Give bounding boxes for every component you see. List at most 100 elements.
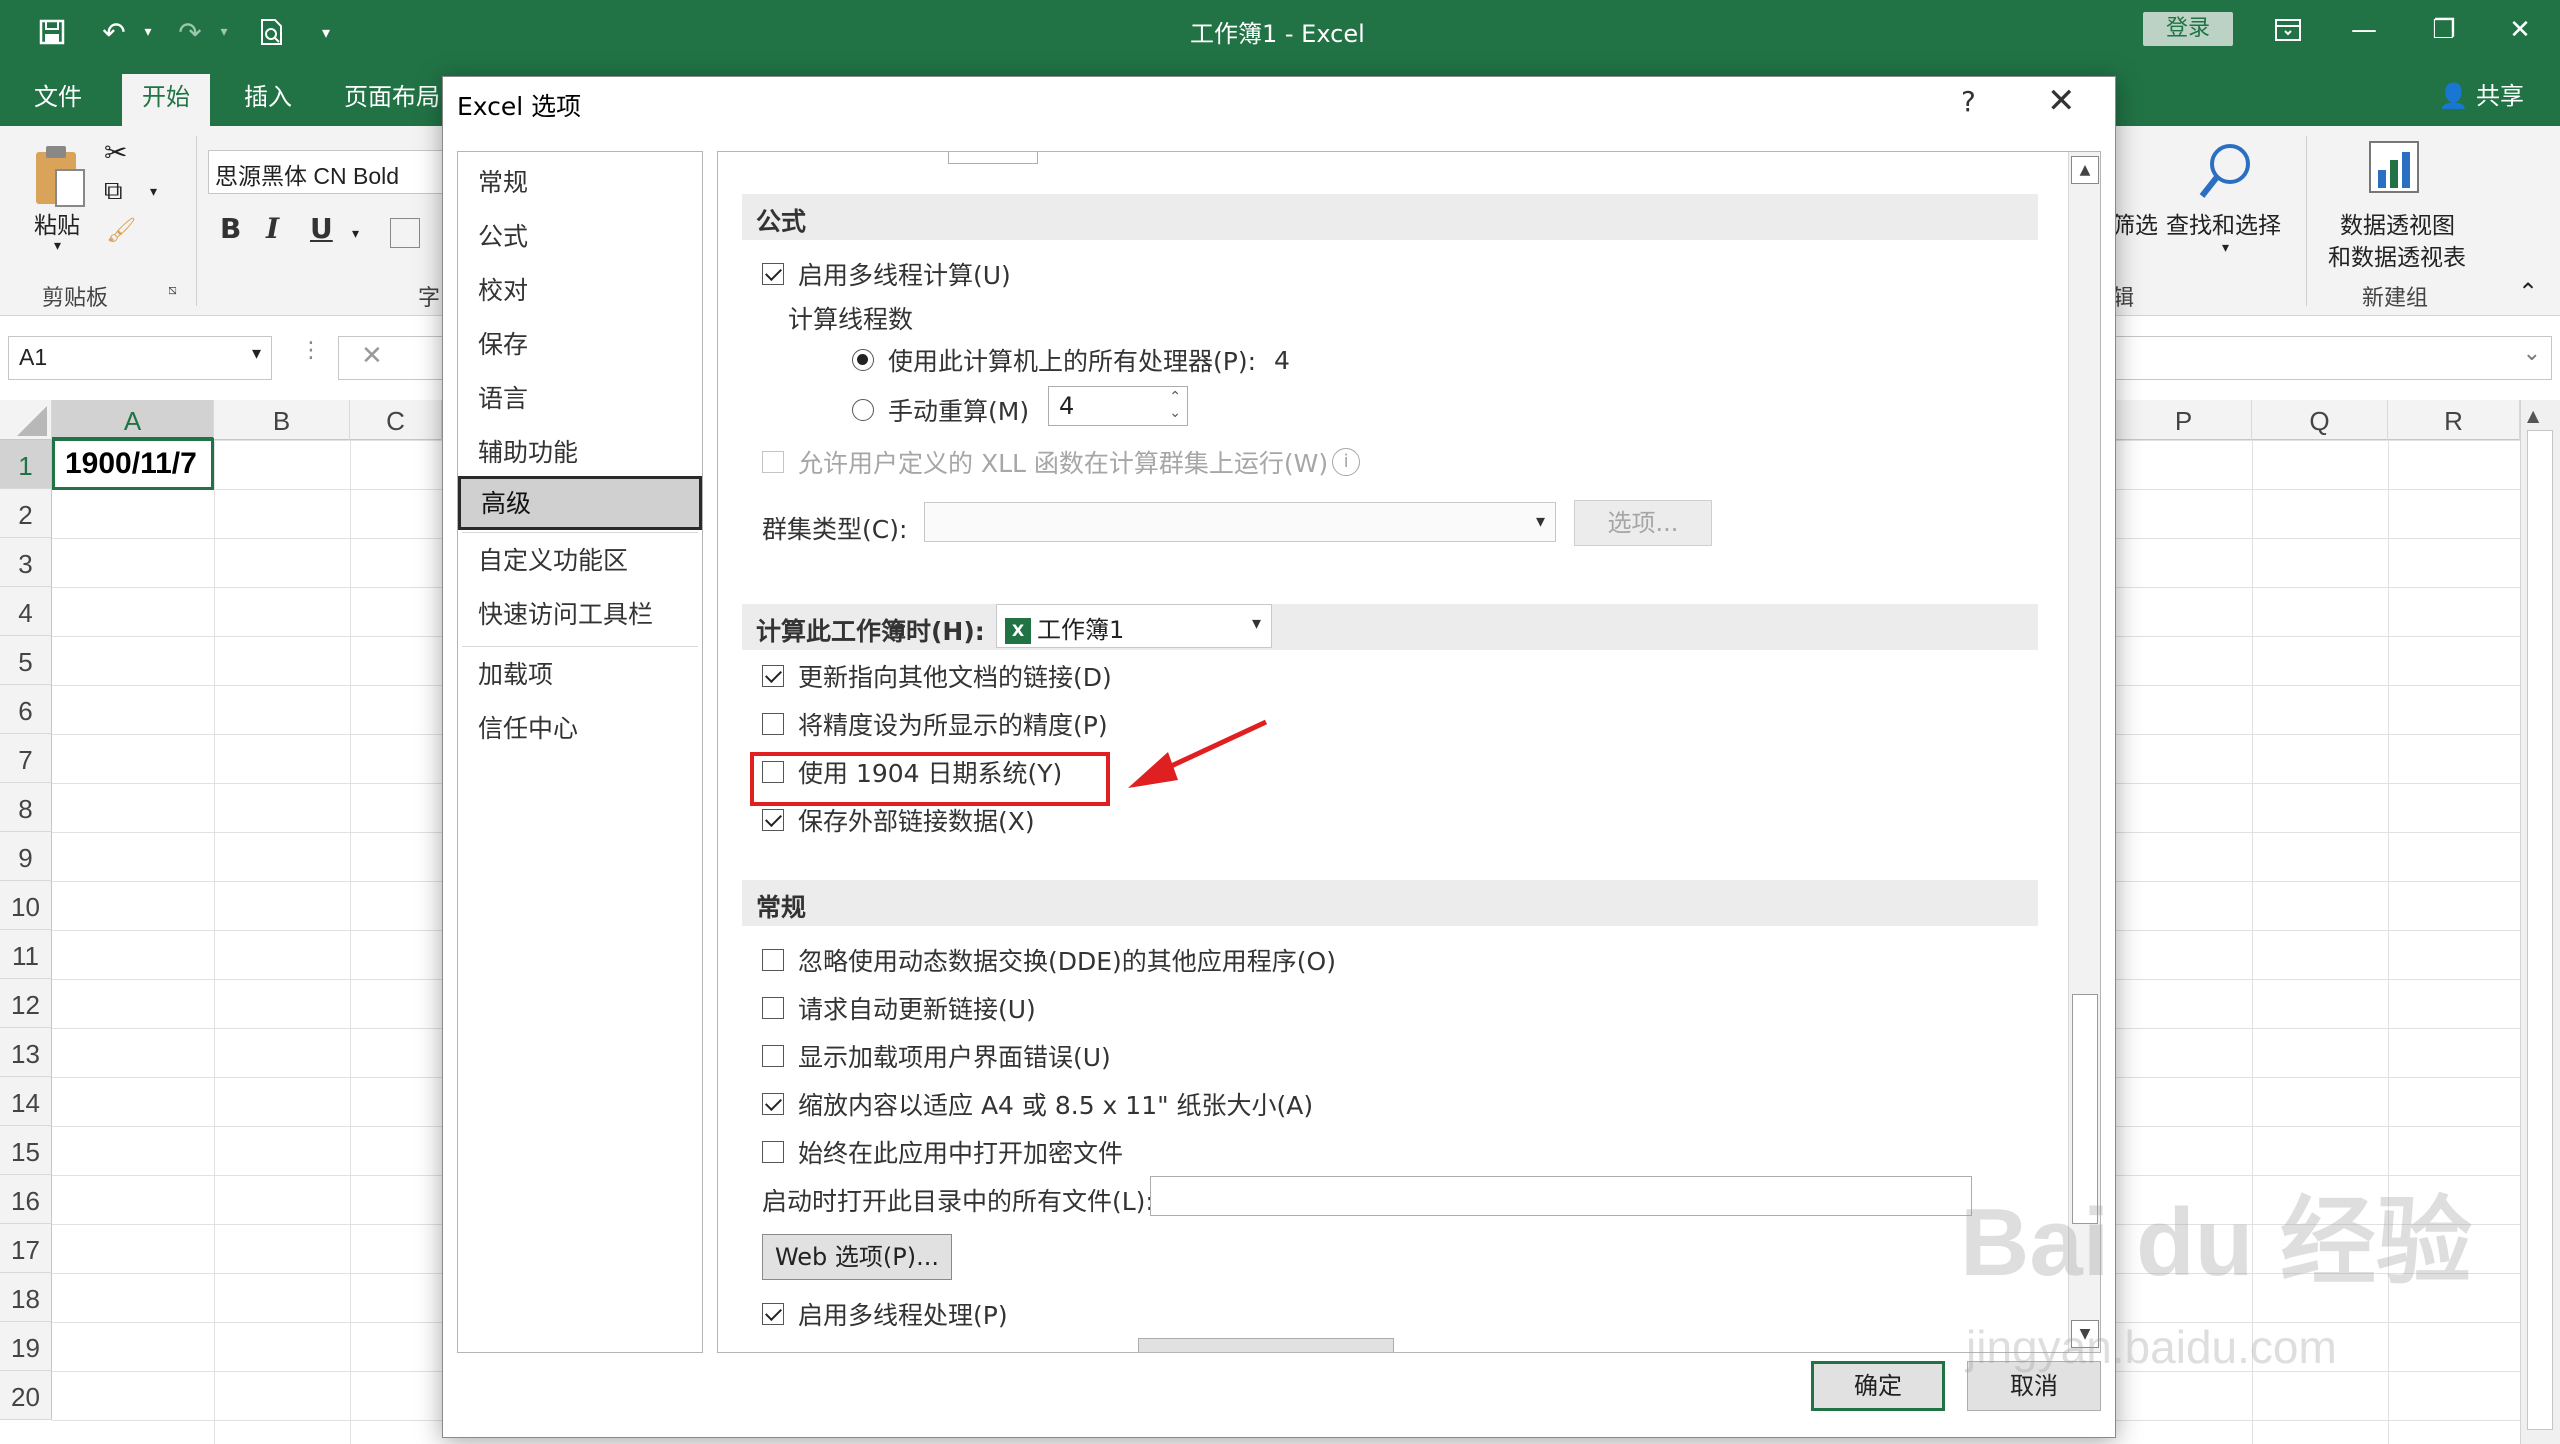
- close-window-icon[interactable]: ✕: [2490, 10, 2550, 50]
- update-links-option[interactable]: 更新指向其他文档的链接(D): [762, 658, 1112, 694]
- print-preview-icon[interactable]: [250, 12, 294, 52]
- font-name-field[interactable]: 思源黑体 CN Bold: [208, 150, 448, 194]
- column-header-p[interactable]: P: [2116, 400, 2252, 440]
- nav-accessibility[interactable]: 辅助功能: [458, 428, 702, 478]
- login-button[interactable]: 登录: [2143, 12, 2233, 46]
- row-header[interactable]: 20: [0, 1371, 52, 1420]
- name-box[interactable]: A1 ▾: [8, 336, 272, 380]
- multithread-calc-checkbox[interactable]: [762, 263, 784, 285]
- nav-trust-center[interactable]: 信任中心: [458, 704, 702, 754]
- paste-dropdown-icon[interactable]: ▾: [54, 238, 61, 254]
- nav-language[interactable]: 语言: [458, 374, 702, 424]
- startup-directory-input[interactable]: [1150, 1176, 1972, 1216]
- row-header[interactable]: 3: [0, 538, 52, 587]
- all-processors-radio[interactable]: [852, 349, 874, 371]
- scroll-up-icon[interactable]: ▲: [2071, 156, 2099, 184]
- borders-icon[interactable]: [390, 218, 420, 248]
- all-processors-option[interactable]: 使用此计算机上的所有处理器(P): 4: [852, 342, 1290, 378]
- manual-threads-option[interactable]: 手动重算(M): [852, 392, 1029, 428]
- format-painter-icon[interactable]: 🖌: [106, 216, 136, 244]
- pivot-label-line1[interactable]: 数据透视图: [2340, 206, 2455, 240]
- addin-errors-checkbox[interactable]: [762, 1045, 784, 1067]
- tab-home[interactable]: 开始: [122, 74, 210, 126]
- row-header[interactable]: 14: [0, 1077, 52, 1126]
- help-button[interactable]: ?: [1961, 85, 1976, 118]
- pivot-chart-icon[interactable]: [2368, 140, 2428, 204]
- precision-option[interactable]: 将精度设为所显示的精度(P): [762, 706, 1108, 742]
- multithread-calc-option[interactable]: 启用多线程计算(U): [762, 256, 1011, 292]
- share-button[interactable]: 👤 共享: [2438, 76, 2524, 111]
- cut-icon[interactable]: ✂: [104, 136, 127, 169]
- manual-threads-stepper[interactable]: 4 ⌃ ⌄: [1048, 386, 1188, 426]
- close-dialog-icon[interactable]: ✕: [2047, 81, 2076, 121]
- nav-quick-access-toolbar[interactable]: 快速访问工具栏: [458, 590, 702, 640]
- row-header[interactable]: 13: [0, 1028, 52, 1077]
- row-header[interactable]: 16: [0, 1175, 52, 1224]
- row-header[interactable]: 2: [0, 489, 52, 538]
- row-header[interactable]: 11: [0, 930, 52, 979]
- tab-insert[interactable]: 插入: [224, 74, 312, 126]
- scroll-thumb[interactable]: [2527, 430, 2553, 1430]
- row-header[interactable]: 7: [0, 734, 52, 783]
- workbook-dropdown[interactable]: X 工作簿1 ▾: [996, 604, 1272, 648]
- row-header[interactable]: 8: [0, 783, 52, 832]
- find-select-label[interactable]: 查找和选择: [2166, 206, 2281, 240]
- web-options-button[interactable]: Web 选项(P)...: [762, 1234, 952, 1280]
- tab-page-layout[interactable]: 页面布局: [324, 74, 460, 126]
- nav-proofing[interactable]: 校对: [458, 266, 702, 316]
- undo-icon[interactable]: ↶: [92, 12, 136, 52]
- restore-icon[interactable]: ❐: [2414, 10, 2474, 50]
- row-header[interactable]: 6: [0, 685, 52, 734]
- copy-icon[interactable]: ⧉: [104, 176, 123, 207]
- nav-add-ins[interactable]: 加载项: [458, 650, 702, 700]
- sheet-vertical-scrollbar[interactable]: ▲: [2520, 400, 2560, 1444]
- minimize-icon[interactable]: —: [2334, 10, 2394, 50]
- collapse-ribbon-icon[interactable]: ⌃: [2518, 278, 2538, 306]
- name-box-dropdown-icon[interactable]: ▾: [252, 343, 261, 364]
- italic-button[interactable]: I: [266, 212, 279, 245]
- pivot-label-line2[interactable]: 和数据透视表: [2328, 238, 2466, 272]
- row-header[interactable]: 10: [0, 881, 52, 930]
- underline-button[interactable]: U: [310, 212, 333, 245]
- ignore-dde-checkbox[interactable]: [762, 949, 784, 971]
- open-encrypted-checkbox[interactable]: [762, 1141, 784, 1163]
- row-header[interactable]: 15: [0, 1126, 52, 1175]
- row-header[interactable]: 18: [0, 1273, 52, 1322]
- auto-update-option[interactable]: 请求自动更新链接(U): [762, 990, 1036, 1026]
- save-external-option[interactable]: 保存外部链接数据(X): [762, 802, 1035, 838]
- underline-dropdown-icon[interactable]: ▾: [352, 226, 359, 242]
- stepper-arrows-icon[interactable]: ⌃ ⌄: [1169, 389, 1181, 421]
- nav-general[interactable]: 常规: [458, 158, 702, 208]
- column-header-a[interactable]: A: [52, 400, 214, 440]
- manual-threads-radio[interactable]: [852, 399, 874, 421]
- nav-save[interactable]: 保存: [458, 320, 702, 370]
- paste-icon[interactable]: [30, 142, 90, 212]
- filter-label[interactable]: 筛选: [2112, 206, 2158, 240]
- undo-dropdown-icon[interactable]: ▾: [136, 12, 160, 52]
- precision-checkbox[interactable]: [762, 713, 784, 735]
- row-header[interactable]: 5: [0, 636, 52, 685]
- customize-qat-icon[interactable]: ▾: [314, 12, 338, 52]
- find-select-dropdown-icon[interactable]: ▾: [2222, 240, 2229, 256]
- cancel-entry-icon[interactable]: ✕: [361, 341, 383, 371]
- dialog-launcher-icon[interactable]: ⧅: [168, 282, 177, 298]
- column-header-b[interactable]: B: [214, 400, 350, 440]
- paste-label[interactable]: 粘贴: [34, 206, 80, 240]
- copy-dropdown-icon[interactable]: ▾: [150, 184, 157, 200]
- row-header[interactable]: 9: [0, 832, 52, 881]
- find-select-icon[interactable]: [2196, 140, 2256, 208]
- auto-update-checkbox[interactable]: [762, 997, 784, 1019]
- scroll-up-icon[interactable]: ▲: [2527, 406, 2539, 425]
- ignore-dde-option[interactable]: 忽略使用动态数据交换(DDE)的其他应用程序(O): [762, 942, 1336, 978]
- scale-content-option[interactable]: 缩放内容以适应 A4 或 8.5 x 11" 纸张大小(A): [762, 1086, 1313, 1122]
- multiprocess-option[interactable]: 启用多线程处理(P): [762, 1296, 1008, 1332]
- expand-formula-icon[interactable]: ⌄: [2523, 341, 2541, 366]
- addin-errors-option[interactable]: 显示加载项用户界面错误(U): [762, 1038, 1111, 1074]
- open-encrypted-option[interactable]: 始终在此应用中打开加密文件: [762, 1134, 1123, 1170]
- cell-a1[interactable]: 1900/11/7: [52, 438, 214, 490]
- column-header-q[interactable]: Q: [2252, 400, 2388, 440]
- row-header[interactable]: 17: [0, 1224, 52, 1273]
- ribbon-display-icon[interactable]: [2258, 10, 2318, 50]
- row-header[interactable]: 4: [0, 587, 52, 636]
- update-links-checkbox[interactable]: [762, 665, 784, 687]
